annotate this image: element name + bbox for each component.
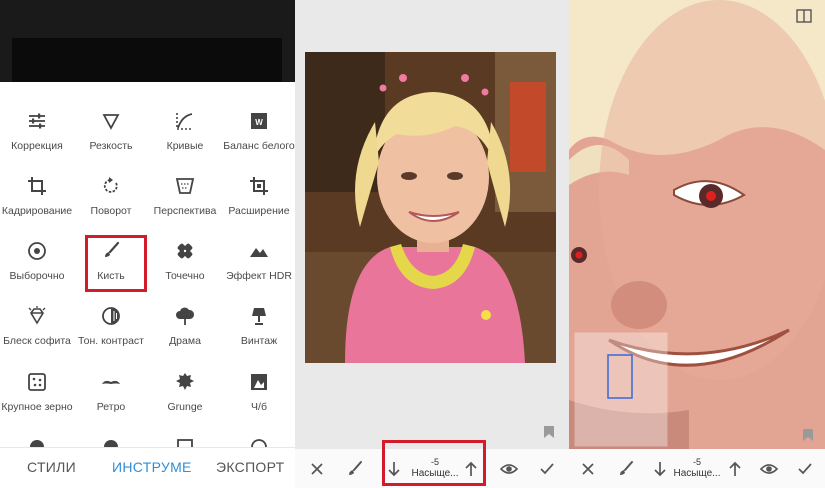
mountains-icon (222, 240, 295, 266)
triangle-down-icon (74, 110, 148, 136)
tool-label: Точечно (165, 270, 205, 282)
tool-label: Ч/б (251, 401, 267, 413)
tool-label: Эффект HDR (226, 270, 292, 282)
grunge-icon (148, 371, 222, 397)
tab-styles[interactable]: СТИЛИ (27, 459, 76, 475)
tool-label: Перспектива (153, 205, 217, 217)
tool-label: Кадрирование (1, 205, 73, 217)
tool-label: Драма (169, 335, 201, 347)
sliders-icon (0, 110, 74, 136)
tool-correction[interactable]: Коррекция (0, 110, 74, 153)
close-icon[interactable] (579, 460, 597, 478)
cloud-icon (148, 305, 222, 331)
child-photo (305, 52, 556, 363)
tool-sharpness[interactable]: Резкость (74, 110, 148, 153)
brush-icon[interactable] (617, 460, 635, 478)
brush-editor-panel: -5 Насыще... (295, 0, 569, 488)
bandage-icon (148, 240, 222, 266)
zoomed-editor-panel: -5 Насыще... (569, 0, 825, 488)
tool-glamour-glow[interactable]: Блеск софита (0, 305, 74, 348)
tab-export[interactable]: ЭКСПОРТ (216, 459, 284, 475)
bookmark-icon[interactable] (543, 425, 555, 444)
tool-white-balance[interactable]: W Баланс белого (222, 110, 295, 153)
zoomed-face-photo (569, 0, 825, 449)
tool-label: Тон. контраст (78, 335, 144, 347)
tool-healing[interactable]: Точечно (148, 240, 222, 283)
tools-panel: Коррекция Резкость Кривые W Баланс белог… (0, 0, 295, 488)
tool-vintage[interactable]: Винтаж (222, 305, 295, 348)
grain-icon (0, 371, 74, 397)
tool-label: Расширение (228, 205, 290, 217)
tool-black-white[interactable]: Ч/б (222, 371, 295, 414)
saturation-highlight-box (382, 440, 486, 486)
close-icon[interactable] (308, 460, 326, 478)
tool-curves[interactable]: Кривые (148, 110, 222, 153)
arrow-up-icon[interactable] (726, 460, 744, 478)
white-balance-icon: W (222, 110, 295, 136)
tool-tonal-contrast[interactable]: Тон. контраст (74, 305, 148, 348)
tool-label: Резкость (89, 140, 133, 152)
bottom-tabs: СТИЛИ ИНСТРУМЕ ЭКСПОРТ (0, 447, 295, 488)
tool-label: Кривые (166, 140, 204, 152)
tool-label: Grunge (167, 401, 203, 413)
tool-label: Коррекция (11, 140, 63, 152)
mustache-icon (74, 371, 148, 397)
tool-selective[interactable]: Выборочно (0, 240, 74, 283)
perspective-icon (148, 175, 222, 201)
tool-label: Ретро (96, 401, 126, 413)
tool-rotate[interactable]: Поворот (74, 175, 148, 218)
tool-grunge[interactable]: Grunge (148, 371, 222, 414)
target-icon (0, 240, 74, 266)
check-icon[interactable] (538, 460, 556, 478)
bookmark-icon[interactable] (802, 428, 814, 447)
tool-drama[interactable]: Драма (148, 305, 222, 348)
tool-label: Поворот (90, 205, 132, 217)
dark-photo-strip (12, 38, 282, 82)
tool-label: Винтаж (240, 335, 278, 347)
check-icon[interactable] (796, 460, 814, 478)
diamond-icon (0, 305, 74, 331)
tab-tools[interactable]: ИНСТРУМЕ (112, 459, 192, 475)
brush-icon[interactable] (346, 460, 364, 478)
lamp-icon (222, 305, 295, 331)
tool-hdr[interactable]: Эффект HDR (222, 240, 295, 283)
zoom-param[interactable]: -5 Насыще... (667, 457, 727, 480)
tool-label: Выборочно (9, 270, 65, 282)
tonal-contrast-icon (74, 305, 148, 331)
tool-grainy-film[interactable]: Крупное зерно (0, 371, 74, 414)
rotate-icon (74, 175, 148, 201)
tool-label: Крупное зерно (1, 401, 73, 413)
curves-icon (148, 110, 222, 136)
zoom-bottom-bar: -5 Насыще... (569, 449, 825, 488)
tool-label: Баланс белого (223, 140, 295, 152)
compare-icon[interactable] (796, 9, 812, 28)
tool-expand[interactable]: Расширение (222, 175, 295, 218)
photo-preview-top (0, 0, 295, 82)
expand-icon (222, 175, 295, 201)
tool-crop[interactable]: Кадрирование (0, 175, 74, 218)
svg-text:W: W (255, 118, 263, 127)
tool-perspective[interactable]: Перспектива (148, 175, 222, 218)
bw-icon (222, 371, 295, 397)
brush-highlight-box (85, 235, 147, 292)
param-value: -5 (692, 457, 701, 467)
tool-retrolux[interactable]: Ретро (74, 371, 148, 414)
tool-label: Блеск софита (3, 335, 71, 347)
crop-icon (0, 175, 74, 201)
param-name: Насыще... (673, 468, 721, 479)
eye-icon[interactable] (759, 460, 779, 478)
eye-icon[interactable] (499, 460, 519, 478)
